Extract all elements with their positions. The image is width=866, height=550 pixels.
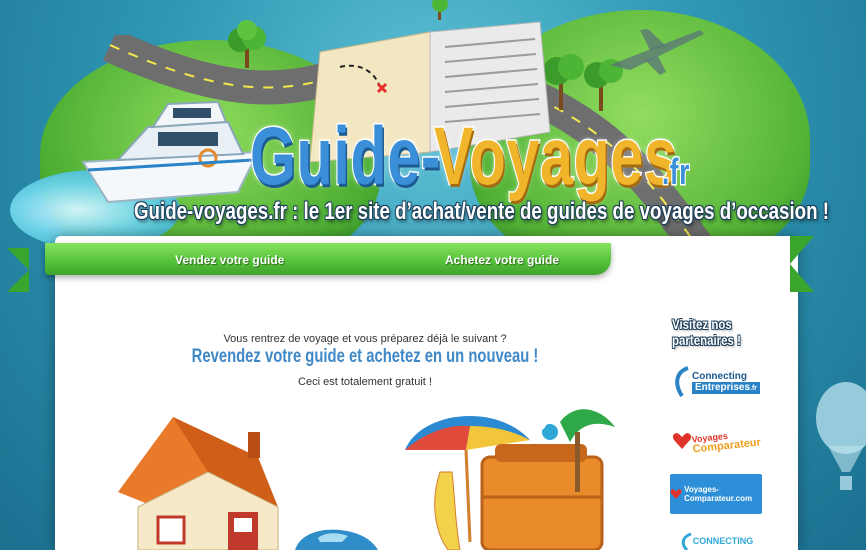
partner-link-voyages-comparateur[interactable]: Voyages Comparateur — [670, 424, 762, 458]
partner-1-line1: Connecting — [691, 370, 747, 382]
house-illustration — [118, 417, 279, 550]
partner-link-connecting-entreprises[interactable]: Connecting Entreprises.fr — [670, 362, 762, 402]
partner-2-text: Voyages Comparateur — [691, 427, 761, 456]
main-nav: Vendez votre guide Achetez votre guide — [45, 243, 611, 275]
partner-1-line2-word: Entreprises — [694, 381, 751, 393]
partner-4-label: CONNECTING — [692, 536, 754, 546]
hot-air-balloon-icon — [816, 382, 866, 490]
partner-1-line2: Entreprises.fr — [691, 381, 761, 394]
partners-title: Visitez nos partenaires ! — [672, 316, 741, 348]
airplane-icon — [610, 29, 704, 75]
intro-question: Vous rentrez de voyage et vous préparez … — [223, 333, 507, 345]
logo-text-guide: Guide- — [249, 111, 442, 202]
partner-link-voyages-comparateur-com[interactable]: Voyages-Comparateur.com — [670, 474, 762, 514]
partner-1-suffix: .fr — [750, 384, 758, 392]
nav-link-sell-guide[interactable]: Vendez votre guide — [175, 253, 284, 267]
partner-1-text: Connecting Entreprises.fr — [691, 370, 761, 394]
heart-plane-icon — [670, 489, 682, 499]
logo-text-voyages: Voyages — [433, 111, 678, 202]
partner-3-label: Voyages-Comparateur.com — [684, 485, 753, 503]
tree-icon — [228, 20, 266, 68]
heart-plane-icon — [672, 433, 691, 449]
car-illustration — [295, 529, 378, 550]
swirl-icon — [681, 532, 692, 550]
beach-suitcase-illustration — [405, 409, 615, 550]
logo-text-tld: .fr — [661, 150, 691, 193]
ribbon-tail-right — [790, 236, 814, 292]
ribbon-tail-left — [7, 248, 29, 292]
site-tagline: Guide-voyages.fr : le 1er site d’achat/v… — [134, 198, 829, 225]
intro-headline: Revendez votre guide et achetez en un no… — [191, 346, 539, 367]
intro-free-note: Ceci est totalement gratuit ! — [298, 376, 432, 388]
yacht-icon — [81, 100, 260, 204]
partner-link-connecting[interactable]: CONNECTING — [670, 532, 762, 550]
nav-link-buy-guide[interactable]: Achetez votre guide — [445, 253, 559, 267]
site-logo[interactable]: Guide- Voyages .fr — [249, 98, 701, 202]
swirl-icon — [675, 366, 689, 398]
